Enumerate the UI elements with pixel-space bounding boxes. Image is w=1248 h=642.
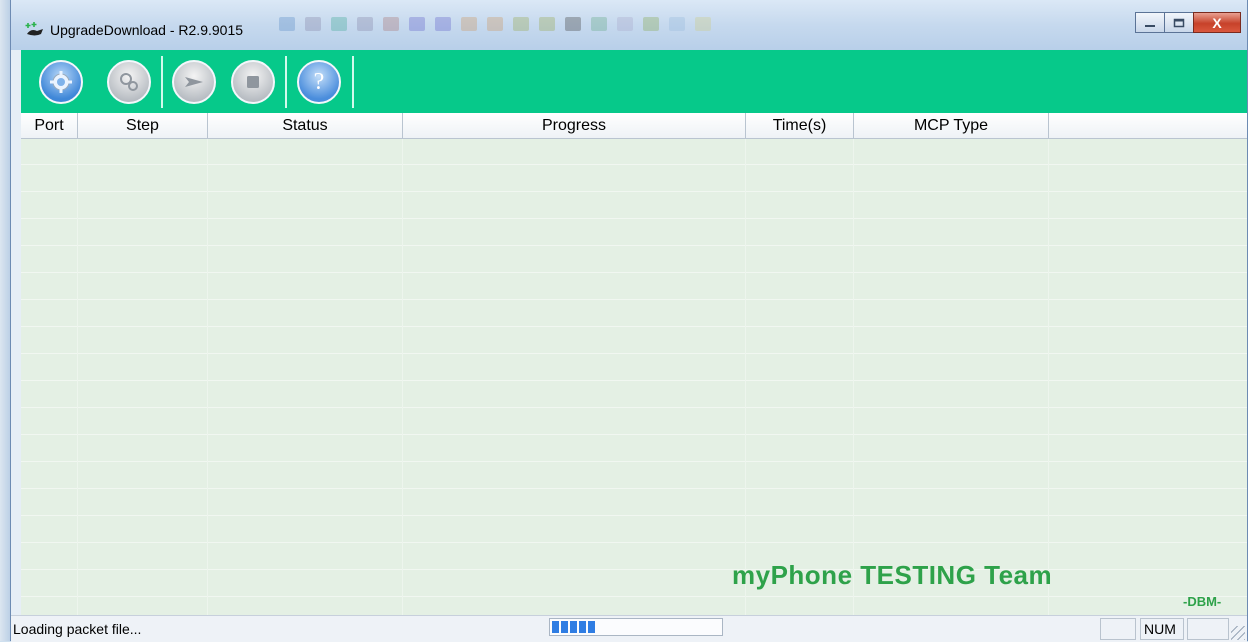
toolbar: ?: [21, 50, 1247, 113]
background-toolbar-ghost: [279, 14, 1019, 34]
question-icon: ?: [313, 68, 325, 95]
progress-segment: [570, 621, 577, 633]
stop-icon: [247, 76, 259, 88]
resize-grip-icon[interactable]: [1231, 626, 1245, 640]
table-header: Port Step Status Progress Time(s) MCP Ty…: [21, 113, 1247, 139]
toolbar-separator: [161, 56, 163, 108]
status-bar: Loading packet file... NUM: [11, 615, 1247, 642]
gears-icon: [120, 73, 138, 91]
toolbar-separator: [285, 56, 287, 108]
column-header-status[interactable]: Status: [208, 113, 403, 138]
watermark-signature: -DBM-: [1183, 594, 1222, 609]
column-header-progress[interactable]: Progress: [403, 113, 746, 138]
column-header-step[interactable]: Step: [78, 113, 208, 138]
close-button[interactable]: X: [1193, 12, 1241, 33]
toolbar-separator: [352, 56, 354, 108]
minimize-icon: [1145, 24, 1155, 27]
title-bar[interactable]: UpgradeDownload - R2.9.9015 X: [11, 0, 1247, 50]
column-header-port[interactable]: Port: [21, 113, 78, 138]
watermark-text: myPhone TESTING Team: [732, 560, 1053, 590]
settings-button[interactable]: [39, 60, 83, 104]
stop-button[interactable]: [231, 60, 275, 104]
gear-icon: [50, 71, 72, 93]
status-message: Loading packet file...: [13, 621, 142, 637]
help-button[interactable]: ?: [297, 60, 341, 104]
column-header-mcp-type[interactable]: MCP Type: [854, 113, 1049, 138]
caption-buttons: X: [1135, 12, 1241, 33]
minimize-button[interactable]: [1135, 12, 1165, 33]
table-body: [21, 138, 1247, 618]
device-list-table[interactable]: Port Step Status Progress Time(s) MCP Ty…: [21, 113, 1247, 618]
status-pane-num: NUM: [1140, 618, 1184, 640]
start-button[interactable]: [172, 60, 216, 104]
progress-fill: [552, 621, 595, 633]
progress-segment: [579, 621, 586, 633]
status-pane-scroll: [1187, 618, 1229, 640]
progress-segment: [588, 621, 595, 633]
progress-segment: [552, 621, 559, 633]
status-progress-bar: [549, 618, 723, 636]
column-header-empty[interactable]: [1049, 113, 1247, 138]
progress-segment: [561, 621, 568, 633]
close-icon: X: [1212, 14, 1222, 31]
play-icon: [185, 77, 203, 87]
window-title: UpgradeDownload - R2.9.9015: [50, 22, 244, 38]
maximize-button[interactable]: [1164, 12, 1194, 33]
advanced-settings-button[interactable]: [107, 60, 151, 104]
column-header-time[interactable]: Time(s): [746, 113, 854, 138]
application-window: UpgradeDownload - R2.9.9015 X ? Port Ste…: [10, 0, 1248, 642]
maximize-icon: [1173, 18, 1185, 27]
status-pane-caps: [1100, 618, 1136, 640]
desktop-edge: [0, 0, 10, 641]
app-icon: [25, 22, 43, 36]
